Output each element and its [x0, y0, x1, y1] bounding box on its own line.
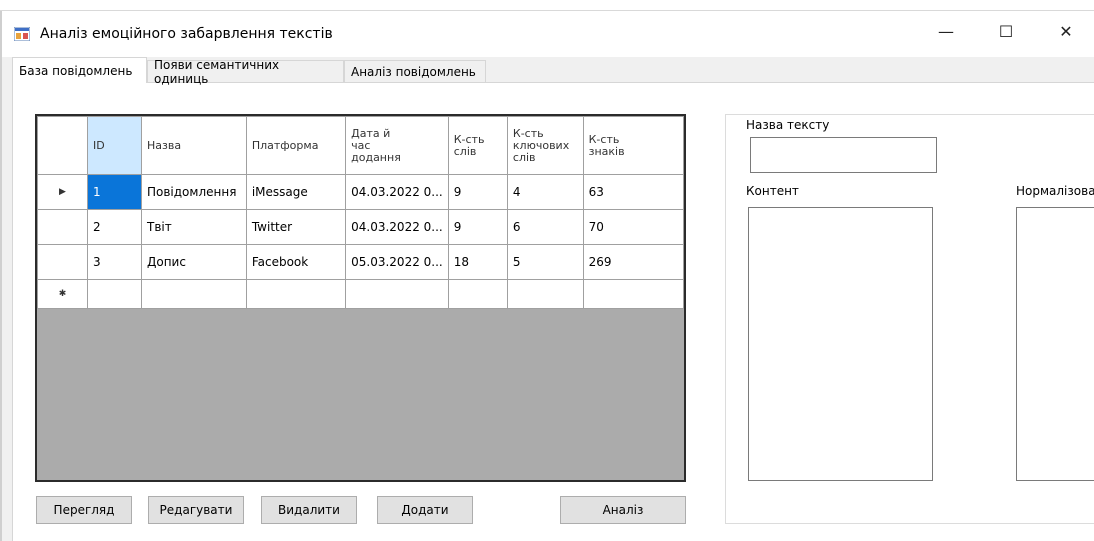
new-cell[interactable]: [245, 279, 347, 309]
table-row[interactable]: 3 Допис Facebook 05.03.2022 0... 18 5 26…: [37, 244, 684, 280]
cell-word-count[interactable]: 9: [447, 209, 508, 245]
row-header[interactable]: [37, 209, 88, 245]
new-cell[interactable]: [86, 279, 142, 309]
column-header-name[interactable]: Назва: [140, 116, 247, 175]
text-name-label: Назва тексту: [746, 118, 830, 132]
close-button[interactable]: ✕: [1038, 11, 1094, 51]
new-row-asterisk-icon[interactable]: ✱: [37, 279, 88, 309]
row-header[interactable]: [37, 244, 88, 280]
column-header-platform[interactable]: Платформа: [245, 116, 347, 175]
new-cell[interactable]: [140, 279, 247, 309]
new-cell[interactable]: [506, 279, 584, 309]
cell-platform[interactable]: Twitter: [245, 209, 347, 245]
column-header-id[interactable]: ID: [86, 116, 142, 175]
grid-header-row: ID Назва Платформа Дата й час додання К-…: [37, 116, 684, 175]
cell-date[interactable]: 04.03.2022 0...: [345, 209, 449, 245]
tab-messages-base[interactable]: База повідомлень: [12, 57, 147, 83]
new-cell[interactable]: [582, 279, 684, 309]
row-pointer-icon[interactable]: ▶: [37, 174, 88, 210]
grid-table: ID Назва Платформа Дата й час додання К-…: [37, 116, 684, 309]
edit-button[interactable]: Редагувати: [148, 496, 244, 524]
cell-word-count[interactable]: 9: [447, 174, 508, 210]
cell-date[interactable]: 05.03.2022 0...: [345, 244, 449, 280]
tab-message-analysis[interactable]: Аналіз повідомлень: [344, 60, 486, 82]
table-row[interactable]: 2 Твіт Twitter 04.03.2022 0... 9 6 70: [37, 209, 684, 245]
cell-keyword-count[interactable]: 4: [506, 174, 584, 210]
add-button[interactable]: Додати: [377, 496, 473, 524]
cell-char-count[interactable]: 70: [582, 209, 684, 245]
maximize-button[interactable]: ☐: [978, 11, 1034, 51]
cell-char-count[interactable]: 63: [582, 174, 684, 210]
cell-id[interactable]: 3: [86, 244, 142, 280]
column-header-date[interactable]: Дата й час додання: [345, 116, 449, 175]
text-name-input[interactable]: [750, 137, 937, 173]
cell-keyword-count[interactable]: 6: [506, 209, 584, 245]
column-header-char-count[interactable]: К-сть знаків: [582, 116, 684, 175]
cell-keyword-count[interactable]: 5: [506, 244, 584, 280]
new-cell[interactable]: [345, 279, 449, 309]
tab-semantic-units[interactable]: Появи семантичних одиниць: [147, 58, 344, 86]
messages-data-grid[interactable]: ID Назва Платформа Дата й час додання К-…: [35, 114, 686, 482]
analyze-button[interactable]: Аналіз: [560, 496, 686, 524]
cell-word-count[interactable]: 18: [447, 244, 508, 280]
cell-date[interactable]: 04.03.2022 0...: [345, 174, 449, 210]
content-label: Контент: [746, 184, 799, 198]
window-title: Аналіз емоційного забарвлення текстів: [40, 26, 333, 42]
normalized-label: Нормалізова: [1016, 184, 1094, 198]
cell-name[interactable]: Повідомлення: [140, 174, 247, 210]
view-button[interactable]: Перегляд: [36, 496, 132, 524]
cell-platform[interactable]: iMessage: [245, 174, 347, 210]
cell-id[interactable]: 1: [86, 174, 142, 210]
desktop-strip: [0, 0, 1094, 10]
new-row[interactable]: ✱: [37, 279, 684, 309]
table-row[interactable]: ▶ 1 Повідомлення iMessage 04.03.2022 0..…: [37, 174, 684, 210]
column-header-keyword-count[interactable]: К-сть ключових слів: [506, 116, 584, 175]
normalized-textarea[interactable]: [1016, 207, 1094, 481]
cell-id[interactable]: 2: [86, 209, 142, 245]
cell-name[interactable]: Допис: [140, 244, 247, 280]
minimize-button[interactable]: —: [918, 11, 974, 51]
grid-corner-header[interactable]: [37, 116, 88, 175]
cell-name[interactable]: Твіт: [140, 209, 247, 245]
column-header-word-count[interactable]: К-сть слів: [447, 116, 508, 175]
delete-button[interactable]: Видалити: [261, 496, 357, 524]
new-cell[interactable]: [447, 279, 508, 309]
app-icon: [14, 27, 30, 41]
cell-char-count[interactable]: 269: [582, 244, 684, 280]
content-textarea[interactable]: [748, 207, 933, 481]
cell-platform[interactable]: Facebook: [245, 244, 347, 280]
